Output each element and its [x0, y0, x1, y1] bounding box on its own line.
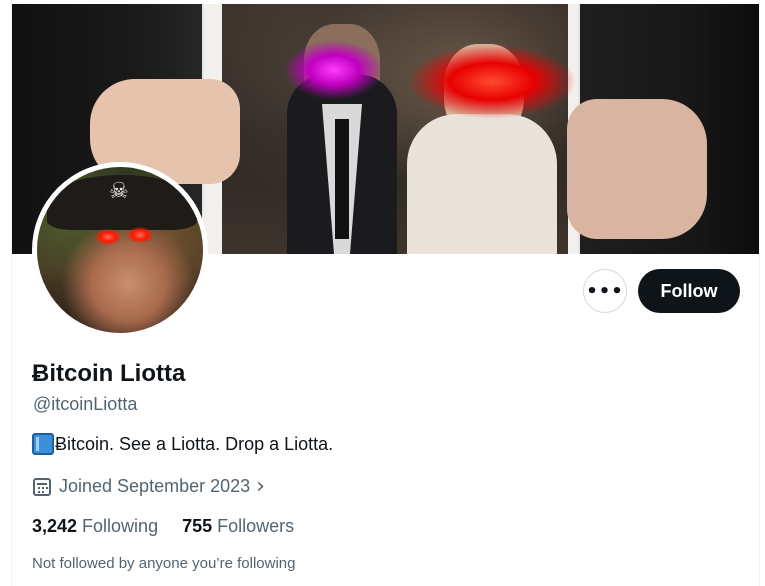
followers-you-know-note: Not followed by anyone you’re following	[32, 555, 296, 572]
bio-text: Ƀitcoin. See a Liotta. Drop a Liotta.	[55, 433, 334, 454]
display-name: Ƀitcoin Liotta	[32, 360, 186, 387]
column-border-right	[759, 0, 760, 586]
followers-count: 755	[182, 516, 213, 536]
avatar-image: ☠	[37, 167, 203, 333]
following-link[interactable]: 3,242 Following	[32, 516, 158, 537]
follow-stats: 3,242 Following 755 Followers	[32, 516, 294, 537]
laser-eyes-red	[407, 44, 577, 119]
chevron-right-icon: ›	[256, 474, 265, 499]
skull-icon: ☠	[109, 179, 129, 204]
more-options-button[interactable]: •••	[583, 269, 627, 313]
profile-page: ☠ ••• Follow Ƀitcoin Liotta @itcoinLiott…	[0, 0, 765, 586]
following-count: 3,242	[32, 516, 78, 536]
banner-hand-right	[567, 99, 707, 239]
followers-link[interactable]: 755 Followers	[182, 516, 294, 537]
banner-tie	[335, 119, 349, 239]
joined-text: Joined September 2023	[59, 476, 251, 496]
more-options-icon: •••	[586, 280, 624, 302]
calendar-icon	[33, 477, 51, 496]
banner-person-left	[287, 74, 397, 254]
blue-book-icon	[32, 433, 54, 455]
profile-avatar[interactable]: ☠	[32, 162, 208, 338]
laser-eyes-purple	[284, 40, 384, 100]
avatar-eye-glow-left	[95, 229, 121, 245]
profile-bio: Ƀitcoin. See a Liotta. Drop a Liotta.	[32, 433, 333, 455]
follow-button[interactable]: Follow	[638, 269, 740, 313]
following-label: Following	[82, 516, 159, 536]
followers-label: Followers	[217, 516, 295, 536]
banner-person-right	[407, 114, 557, 254]
avatar-eye-glow-right	[127, 227, 153, 243]
joined-date[interactable]: Joined September 2023 ›	[33, 474, 265, 499]
user-handle: @itcoinLiotta	[33, 394, 138, 414]
